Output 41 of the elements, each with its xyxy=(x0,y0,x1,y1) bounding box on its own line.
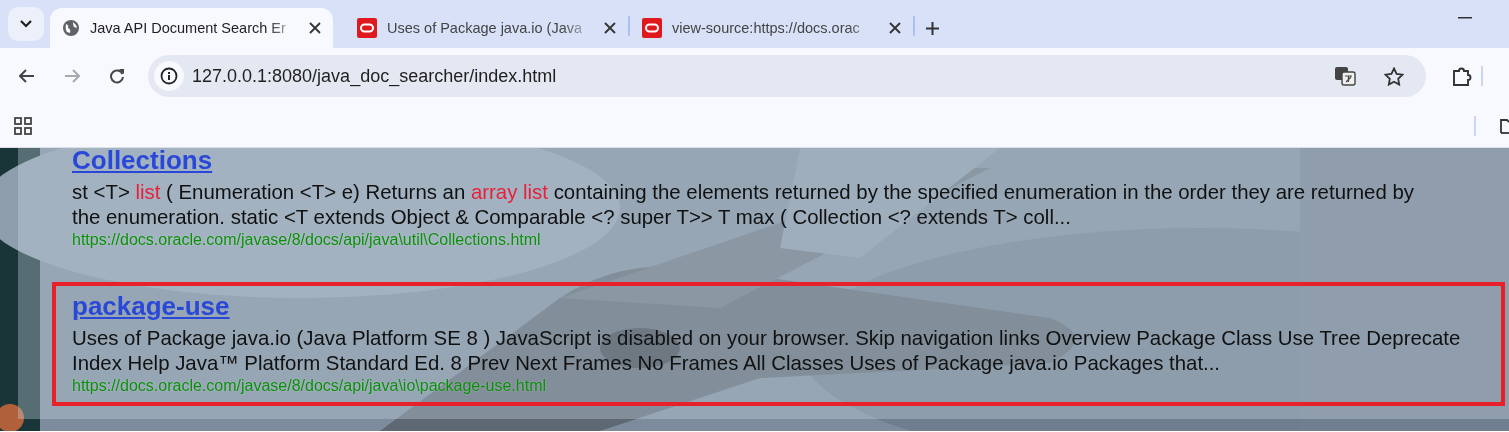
translate-button[interactable] xyxy=(1334,66,1356,86)
extensions-button[interactable] xyxy=(1452,65,1473,87)
bookmarks-folder-button[interactable] xyxy=(1500,117,1509,134)
back-arrow-icon xyxy=(19,69,35,83)
oval-logo-icon xyxy=(642,18,662,38)
site-info-button[interactable] xyxy=(154,61,184,91)
browser-tab[interactable]: Uses of Package java.io (Java xyxy=(345,8,628,48)
chevron-down-icon xyxy=(20,20,32,28)
close-button[interactable] xyxy=(309,22,321,34)
folder-icon xyxy=(1500,117,1509,134)
result-snippet-line: st <T> list ( Enumeration <T> e) Returns an array list containing the elements returned by the specified enumeration in the order they are returned by xyxy=(72,180,1415,205)
browser-tab[interactable]: view-source:https://docs.orac xyxy=(630,8,913,48)
info-icon xyxy=(160,67,178,85)
plus-icon xyxy=(925,21,940,36)
result-snippet-line: Index Help Java™ Platform Standard Ed. 8 Prev Next Frames No Frames All Classes Uses of Package java.io Packages that... xyxy=(72,351,1222,376)
browser-tab[interactable]: Java API Document Search Er xyxy=(50,8,333,48)
url-text: 127.0.0.1:8080/java_doc_searcher/index.html xyxy=(192,65,558,87)
grid-icon xyxy=(14,116,32,135)
translate-icon xyxy=(1334,66,1356,86)
forward-arrow-icon xyxy=(64,69,80,83)
close-button[interactable] xyxy=(604,22,616,34)
address-bar[interactable]: 127.0.0.1:8080/java_doc_searcher/index.html xyxy=(148,55,1426,97)
reload-icon xyxy=(109,68,125,84)
new-tab-button[interactable] xyxy=(925,21,940,36)
close-button[interactable] xyxy=(889,22,901,34)
oval-logo-icon xyxy=(357,18,377,38)
star-icon xyxy=(1384,66,1404,86)
minimize-icon xyxy=(1458,17,1472,19)
close-icon xyxy=(889,22,901,34)
bookmark-star-button[interactable] xyxy=(1384,66,1404,86)
minimize-button[interactable] xyxy=(1458,17,1472,19)
result-url: https://docs.oracle.com/javase/8/docs/api/java\util\Collections.html xyxy=(72,230,542,250)
close-icon xyxy=(604,22,616,34)
apps-button[interactable] xyxy=(14,116,32,135)
tab-search-button[interactable] xyxy=(8,7,44,41)
puzzle-icon xyxy=(1452,65,1473,87)
result-url: https://docs.oracle.com/javase/8/docs/api/java\io\package-use.html xyxy=(72,376,548,396)
result-snippet-line: Uses of Package java.io (Java Platform SE 8 ) JavaScript is disabled on your browser. Skip navigation links Overview Package Class Use Tree Deprecate xyxy=(72,326,1462,351)
globe-icon xyxy=(62,19,80,37)
result-snippet-line: the enumeration. static <T extends Object & Comparable <? super T>> T max ( Collection <? extends T> coll... xyxy=(72,205,1072,230)
close-icon xyxy=(309,22,321,34)
